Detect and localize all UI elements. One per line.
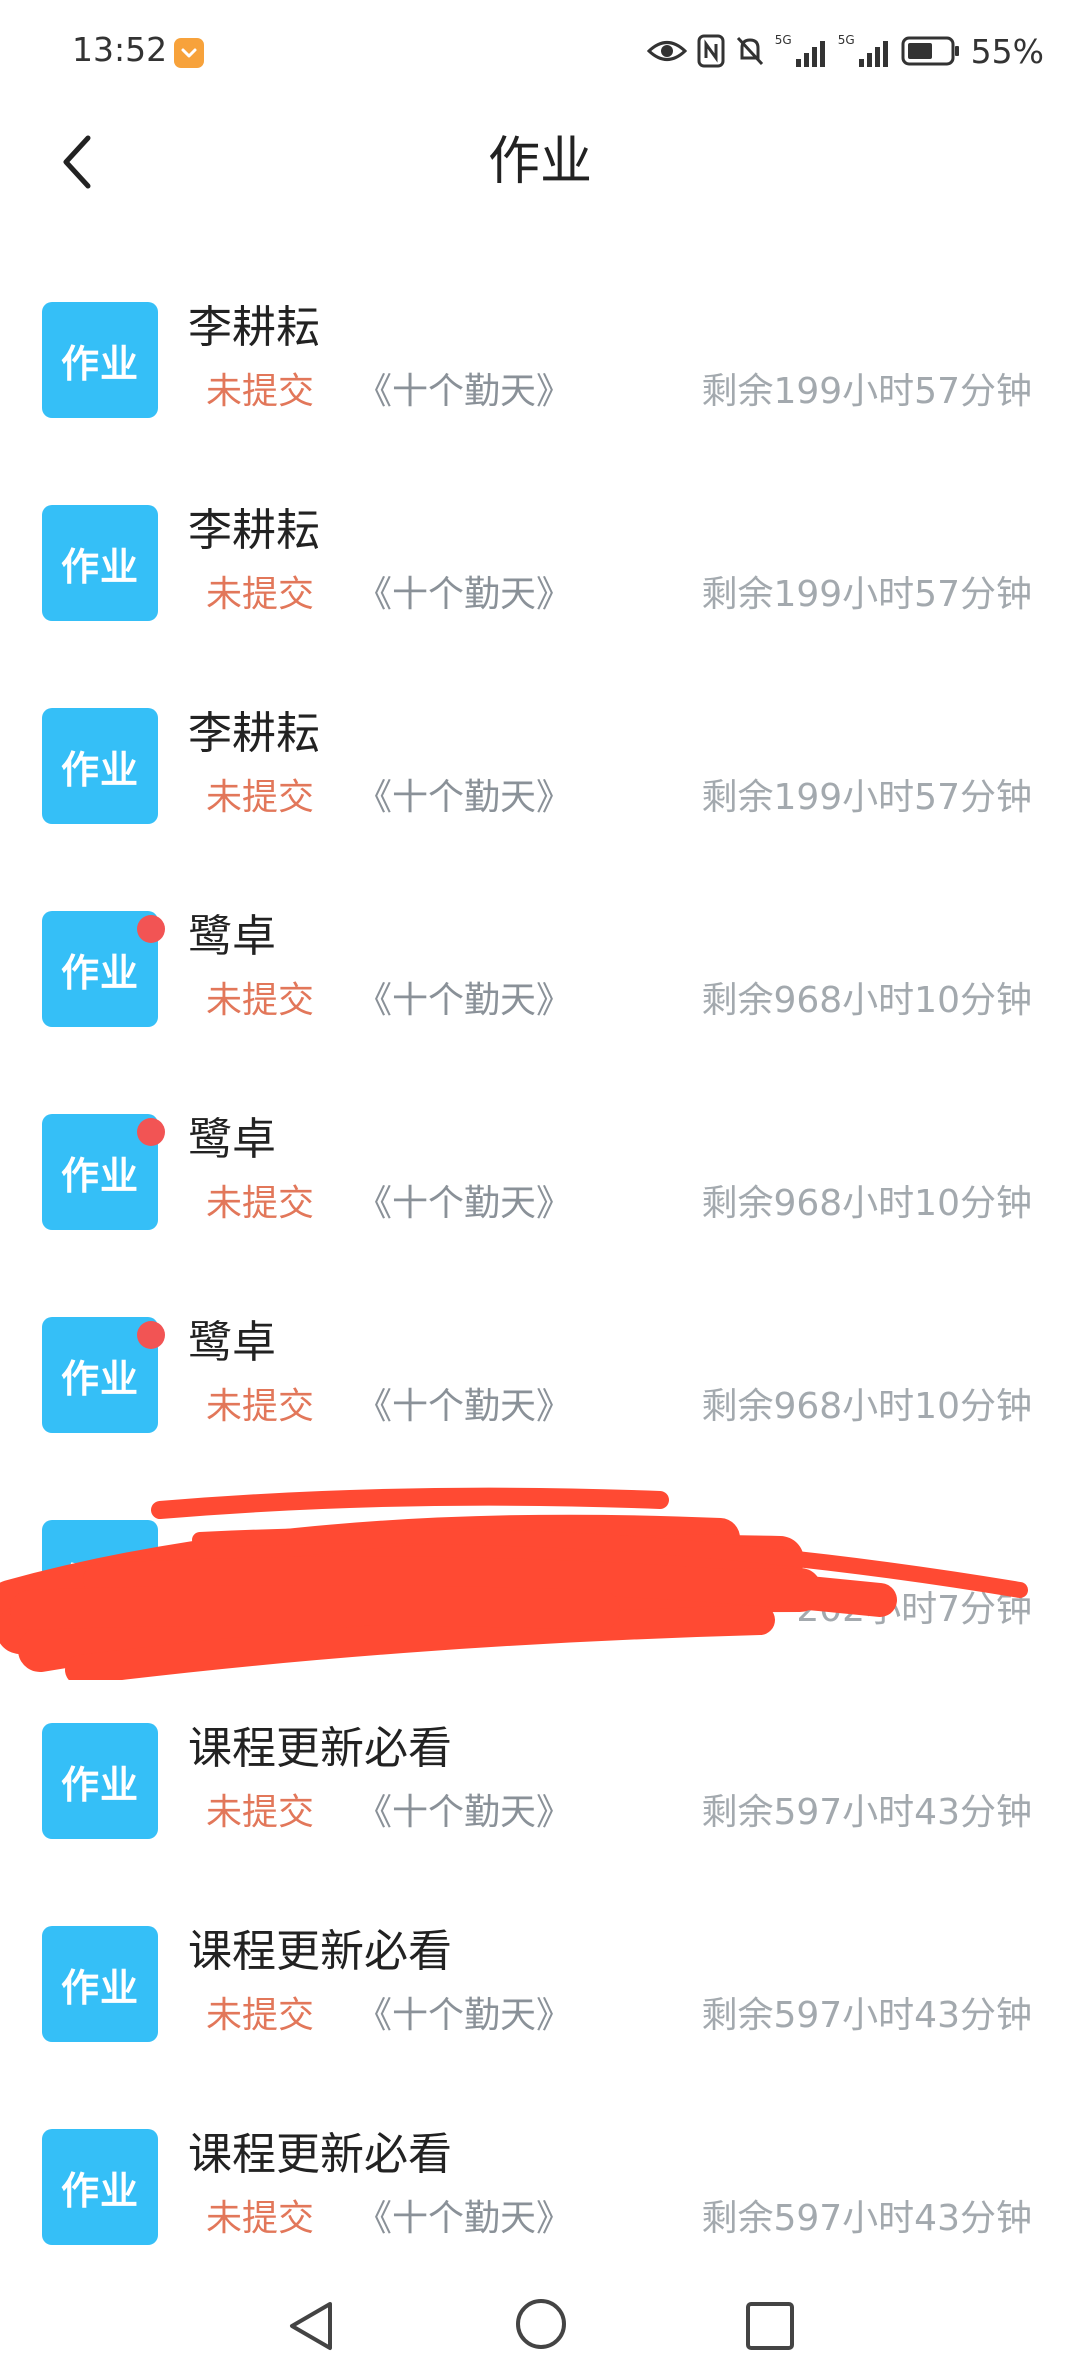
status-time: 13:52 [72, 30, 168, 69]
status-badge: 未提交 [206, 1386, 315, 1427]
homework-screen: 13:52 5G 5G 55% 作业 作业 李耕耘 未提交 《十个勤天》 剩余1… [0, 0, 1080, 2370]
status-icons: 5G 5G 55% [646, 26, 1044, 76]
status-badge: 未提交 [206, 1183, 315, 1224]
time-remaining: 剩余597小时43分钟 [701, 2198, 1032, 2239]
header: 作业 [0, 100, 1080, 230]
course-name: 《十个勤天》 [356, 574, 573, 615]
app-notification-icon [174, 38, 204, 68]
course-name: 《十个勤天》 [356, 1792, 573, 1833]
item-title: 李耕耘 [188, 302, 320, 353]
course-name: 《十个勤天》 [356, 1386, 573, 1427]
signal-5g-icon-2: 5G [838, 33, 891, 69]
list-item[interactable]: 作业 鹭卓 未提交 《十个勤天》 剩余968小时10分钟 [0, 1068, 1080, 1271]
status-badge: 未提交 [206, 1792, 315, 1833]
nav-recent-apps-icon[interactable] [740, 2296, 800, 2356]
list-item[interactable]: 作业 鹭卓 未提交 《十个勤天》 剩余968小时10分钟 [0, 865, 1080, 1068]
time-remaining: 剩余199小时57分钟 [701, 371, 1032, 412]
homework-list: 作业 李耕耘 未提交 《十个勤天》 剩余199小时57分钟 作业 李耕耘 未提交… [0, 256, 1080, 2286]
time-remaining: 202小时7分钟 [796, 1589, 1032, 1630]
system-nav-bar [0, 2280, 1080, 2370]
battery-percent: 55% [970, 31, 1044, 71]
course-name: 《十个勤天》 [356, 371, 573, 412]
unread-dot [137, 1118, 165, 1146]
unread-dot [137, 915, 165, 943]
list-item[interactable]: 作业 李耕耘 未提交 《十个勤天》 剩余199小时57分钟 [0, 459, 1080, 662]
list-item[interactable]: 作业 李耕耘 未提交 《十个勤天》 剩余199小时57分钟 [0, 256, 1080, 459]
course-name: 《十个勤天》 [356, 1995, 573, 2036]
homework-badge: 作业 [42, 2129, 158, 2245]
status-bar: 13:52 5G 5G 55% [0, 0, 1080, 100]
homework-badge: 作业 [42, 1926, 158, 2042]
item-title: 李耕耘 [188, 708, 320, 759]
time-remaining: 剩余968小时10分钟 [701, 1183, 1032, 1224]
item-title: 鹭卓 [188, 911, 276, 962]
time-remaining: 剩余199小时57分钟 [701, 574, 1032, 615]
item-title: 课程更新必看 [188, 1926, 452, 1977]
list-item[interactable]: 作业 202小时7分钟 [0, 1474, 1080, 1677]
course-name: 《十个勤天》 [356, 2198, 573, 2239]
unread-dot [137, 1321, 165, 1349]
list-item[interactable]: 作业 鹭卓 未提交 《十个勤天》 剩余968小时10分钟 [0, 1271, 1080, 1474]
homework-badge: 作业 [42, 505, 158, 621]
status-badge: 未提交 [206, 980, 315, 1021]
nfc-icon [697, 34, 725, 68]
item-title: 课程更新必看 [188, 2129, 452, 2180]
homework-badge: 作业 [42, 1520, 158, 1636]
page-title: 作业 [487, 132, 592, 192]
status-badge: 未提交 [206, 777, 315, 818]
time-remaining: 剩余199小时57分钟 [701, 777, 1032, 818]
time-remaining: 剩余968小时10分钟 [701, 1386, 1032, 1427]
eye-icon [646, 41, 687, 61]
item-title: 鹭卓 [188, 1317, 276, 1368]
time-remaining: 剩余597小时43分钟 [701, 1995, 1032, 2036]
course-name: 《十个勤天》 [356, 1183, 573, 1224]
mute-bell-icon [736, 36, 763, 66]
status-badge: 未提交 [206, 1995, 315, 2036]
status-badge: 未提交 [206, 574, 315, 615]
course-name: 《十个勤天》 [356, 980, 573, 1021]
item-title: 鹭卓 [188, 1114, 276, 1165]
status-badge: 未提交 [206, 2198, 315, 2239]
item-title: 课程更新必看 [188, 1723, 452, 1774]
status-badge: 未提交 [206, 371, 315, 412]
battery-icon [901, 36, 959, 66]
homework-badge: 作业 [42, 1723, 158, 1839]
list-item[interactable]: 作业 课程更新必看 未提交 《十个勤天》 剩余597小时43分钟 [0, 1880, 1080, 2083]
homework-badge: 作业 [42, 708, 158, 824]
time-remaining: 剩余968小时10分钟 [701, 980, 1032, 1021]
signal-5g-icon-1: 5G [775, 33, 828, 69]
nav-home-icon[interactable] [511, 2294, 571, 2354]
list-item[interactable]: 作业 李耕耘 未提交 《十个勤天》 剩余199小时57分钟 [0, 662, 1080, 865]
time-remaining: 剩余597小时43分钟 [701, 1792, 1032, 1833]
course-name: 《十个勤天》 [356, 777, 573, 818]
nav-back-icon[interactable] [282, 2296, 342, 2356]
list-item[interactable]: 作业 课程更新必看 未提交 《十个勤天》 剩余597小时43分钟 [0, 1677, 1080, 1880]
item-title: 李耕耘 [188, 505, 320, 556]
homework-badge: 作业 [42, 302, 158, 418]
list-item[interactable]: 作业 课程更新必看 未提交 《十个勤天》 剩余597小时43分钟 [0, 2083, 1080, 2286]
